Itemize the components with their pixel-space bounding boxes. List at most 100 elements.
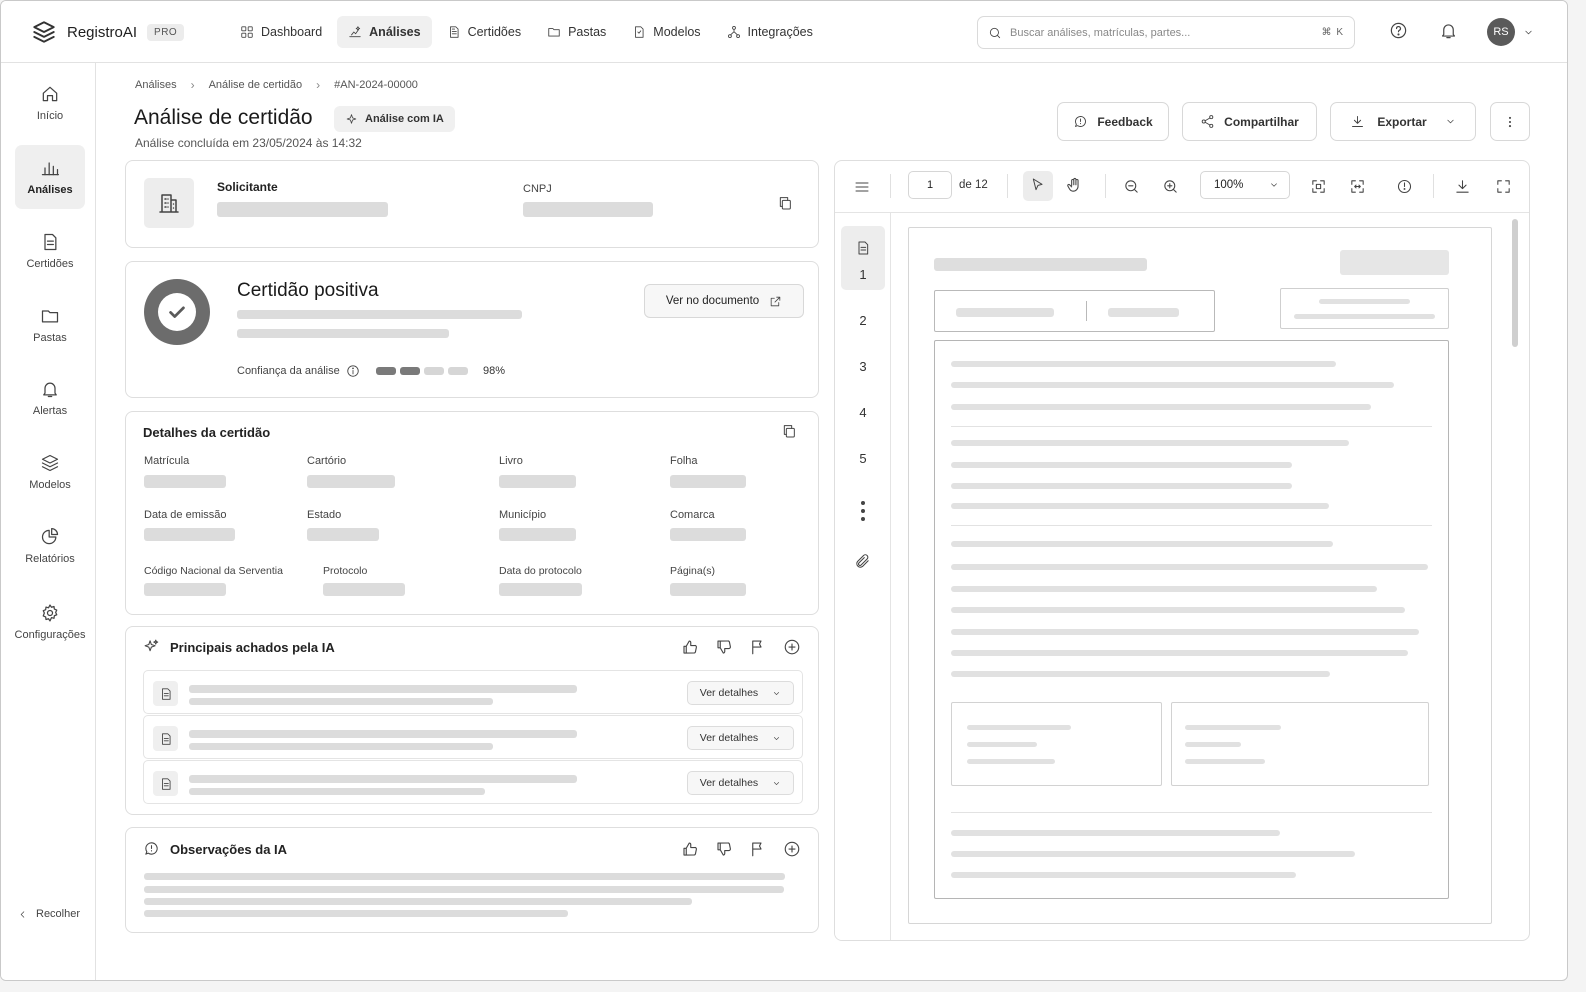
view-details-button[interactable]: Ver detalhes: [687, 681, 794, 705]
sidebar-item-relatorios[interactable]: Relatórios: [15, 514, 85, 578]
nav-integracoes[interactable]: Integrações: [716, 16, 824, 48]
export-button[interactable]: Exportar: [1330, 102, 1476, 141]
nav-modelos[interactable]: Modelos: [621, 16, 711, 48]
cnpj-skeleton: [523, 202, 653, 217]
feedback-button[interactable]: Feedback: [1057, 102, 1169, 141]
finding-item[interactable]: Ver detalhes: [143, 760, 803, 804]
thumbnail-page-1[interactable]: 1: [835, 267, 891, 282]
menu-icon[interactable]: [854, 179, 870, 195]
paperclip-icon[interactable]: [854, 553, 871, 570]
breadcrumb-item[interactable]: Análises: [135, 79, 177, 91]
flag-icon[interactable]: [749, 638, 767, 656]
copy-icon[interactable]: [781, 423, 797, 439]
fullscreen-icon[interactable]: [1495, 178, 1512, 195]
nav-pastas[interactable]: Pastas: [536, 16, 617, 48]
field-data-protocolo-label: Data do protocolo: [499, 565, 582, 577]
document-icon: [447, 25, 461, 39]
thumbnail-page-5[interactable]: 5: [835, 451, 891, 466]
nav-dashboard[interactable]: Dashboard: [229, 16, 333, 48]
folder-icon: [40, 306, 60, 326]
chevron-down-icon: [772, 734, 781, 743]
hand-icon[interactable]: [1066, 177, 1083, 194]
more-pages-icon[interactable]: [855, 499, 871, 523]
sidebar-item-certidoes[interactable]: Certidões: [15, 219, 85, 283]
zoom-out-icon[interactable]: [1123, 178, 1140, 195]
flag-icon[interactable]: [749, 840, 767, 858]
sidebar-item-pastas[interactable]: Pastas: [15, 293, 85, 357]
feedback-icon: [1073, 114, 1088, 129]
zoom-select[interactable]: 100%: [1200, 171, 1290, 199]
finding-item[interactable]: Ver detalhes: [143, 670, 803, 714]
plus-circle-icon[interactable]: [783, 840, 801, 858]
avatar[interactable]: RS: [1487, 18, 1515, 46]
thumbnail-page-4[interactable]: 4: [835, 405, 891, 420]
thumbnail-page-2[interactable]: 2: [835, 313, 891, 328]
confidence-label: Confiança da análise: [237, 364, 360, 378]
view-details-button[interactable]: Ver detalhes: [687, 726, 794, 750]
document-icon: [153, 726, 178, 751]
thumbs-up-icon[interactable]: [681, 840, 699, 858]
sidebar-item-configuracoes[interactable]: Configurações: [11, 590, 89, 654]
nav-certidoes[interactable]: Certidões: [436, 16, 533, 48]
thumbnail-page-3[interactable]: 3: [835, 359, 891, 374]
field-data-emissao-label: Data de emissão: [144, 509, 227, 521]
thumbs-up-icon[interactable]: [681, 638, 699, 656]
details-card: Detalhes da certidão Matrícula Cartório …: [125, 411, 819, 615]
doc-line-skeleton: [1185, 742, 1241, 747]
top-bar: RegistroAI PRO Dashboard Análises Certid…: [1, 1, 1567, 63]
copy-icon[interactable]: [777, 195, 793, 211]
doc-divider: [951, 426, 1432, 427]
thumbs-down-icon[interactable]: [715, 840, 733, 858]
doc-line-skeleton: [967, 725, 1071, 730]
finding-item[interactable]: Ver detalhes: [143, 715, 803, 759]
plus-circle-icon[interactable]: [783, 638, 801, 656]
sidebar-item-alertas[interactable]: Alertas: [15, 366, 85, 430]
home-icon: [40, 84, 60, 104]
page-number-input[interactable]: 1: [908, 171, 952, 199]
field-value-skeleton: [307, 475, 395, 488]
findings-feedback-actions: [681, 638, 801, 656]
view-in-document-button[interactable]: Ver no documento: [644, 284, 804, 318]
cnpj-label: CNPJ: [523, 183, 552, 195]
requester-name-skeleton: [217, 202, 388, 217]
search-box[interactable]: ⌘ K: [977, 16, 1355, 49]
sidebar-item-analises[interactable]: Análises: [15, 145, 85, 209]
more-options-button[interactable]: [1490, 102, 1530, 141]
sidebar-item-modelos[interactable]: Modelos: [15, 440, 85, 504]
share-button[interactable]: Compartilhar: [1182, 102, 1317, 141]
view-details-button[interactable]: Ver detalhes: [687, 771, 794, 795]
chevron-down-icon: [772, 689, 781, 698]
collapse-sidebar-button[interactable]: Recolher: [17, 908, 80, 920]
sidebar-item-inicio[interactable]: Início: [15, 71, 85, 135]
result-title: Certidão positiva: [237, 280, 379, 301]
finding-line-skeleton: [189, 698, 493, 705]
nav-analises[interactable]: Análises: [337, 16, 432, 48]
download-icon[interactable]: [1454, 178, 1471, 195]
field-value-skeleton: [670, 475, 746, 488]
bell-icon[interactable]: [1439, 21, 1458, 40]
document-icon: [855, 240, 871, 256]
chevron-down-icon[interactable]: [1523, 27, 1534, 38]
help-icon[interactable]: [1389, 21, 1408, 40]
zoom-in-icon[interactable]: [1162, 178, 1179, 195]
doc-field-box: [1280, 288, 1449, 329]
thumbs-down-icon[interactable]: [715, 638, 733, 656]
field-cartorio-label: Cartório: [307, 455, 347, 467]
fit-page-icon[interactable]: [1310, 178, 1327, 195]
cursor-icon[interactable]: [1030, 177, 1046, 193]
history-icon[interactable]: [1396, 178, 1413, 195]
sparkle-icon: [345, 113, 358, 126]
chevron-right-icon: ›: [316, 78, 321, 92]
viewer-scrollbar[interactable]: [1512, 219, 1518, 347]
doc-line-skeleton: [951, 629, 1419, 635]
search-input[interactable]: [1010, 26, 1314, 39]
requester-label: Solicitante: [217, 180, 278, 194]
field-value-skeleton: [499, 475, 576, 488]
breadcrumb-item[interactable]: Análise de certidão: [209, 79, 303, 91]
doc-line-skeleton: [1185, 725, 1281, 730]
info-icon[interactable]: [346, 364, 360, 378]
breadcrumb-current: #AN-2024-00000: [334, 79, 418, 91]
page-title: Análise de certidão: [134, 106, 313, 129]
logo[interactable]: RegistroAI PRO: [31, 19, 185, 45]
fit-width-icon[interactable]: [1349, 178, 1366, 195]
